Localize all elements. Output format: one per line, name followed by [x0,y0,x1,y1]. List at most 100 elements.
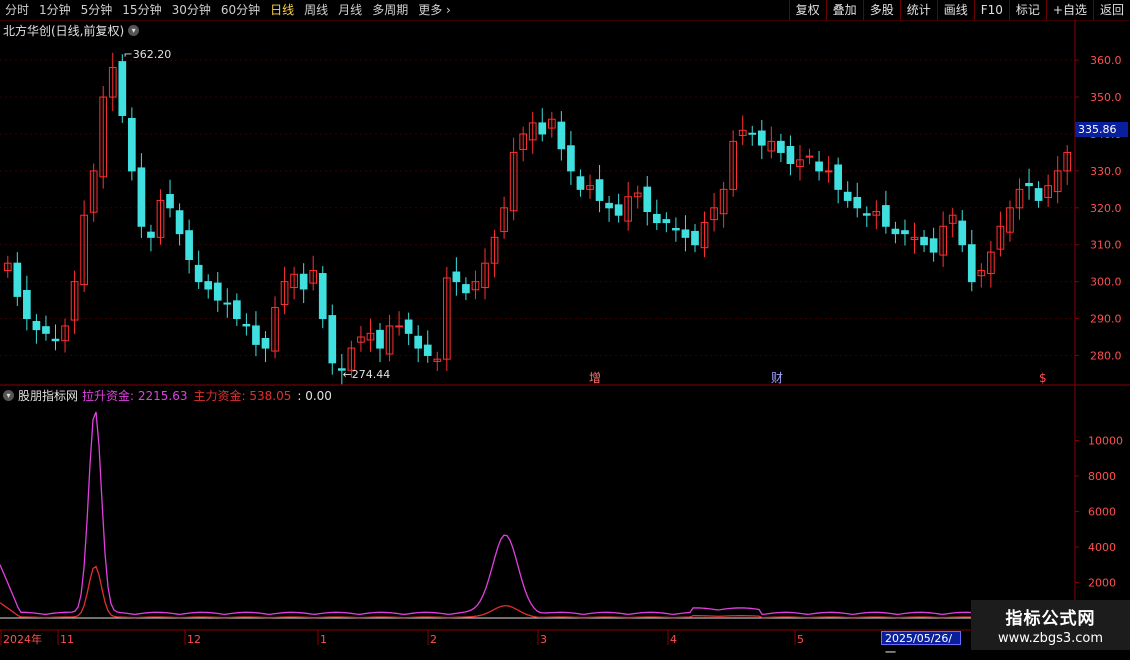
candle-body [376,329,384,349]
candle-body [252,325,260,345]
candle-body [929,238,938,253]
candle-body [395,325,403,328]
candle-body [194,264,203,283]
stock-title[interactable]: 北方华创(日线,前复权) [3,22,124,39]
candle-body [318,273,327,320]
price-tick-label: 280.0 [1090,349,1122,362]
cursor-date-label: 2025/05/26/一 [881,631,961,659]
candle-body [786,146,795,165]
candle-body [595,179,604,201]
price-tick-label: 310.0 [1090,239,1122,252]
candle-body [452,271,461,283]
candle-body [42,326,50,334]
candle-body [882,205,890,227]
candle-body [414,335,423,349]
candle-body [233,300,241,320]
candle-body [614,204,623,216]
candle-body [213,282,222,301]
indicator-value-2: : 0.00 [297,388,332,403]
indicator-values: 拉升资金: 2215.63 主力资金: 538.05 : 0.00 [82,387,338,404]
candle-body [920,236,928,246]
time-label: 5 [797,633,804,646]
candle-body [404,319,413,334]
watermark-title: 指标公式网 [1005,609,1096,629]
main-pane-title: 北方华创(日线,前复权) ▾ [3,22,140,39]
time-label: 11 [60,633,74,646]
time-label: 4 [670,633,677,646]
candle-body [13,262,22,297]
candle-body [538,122,547,135]
candle-body [23,289,31,320]
candle-body [605,202,613,209]
indicator-value-0: 拉升资金: 2215.63 [82,388,188,403]
chevron-down-icon[interactable]: ▾ [128,24,140,36]
candle-body [328,315,337,364]
chevron-down-icon[interactable]: ▾ [3,389,14,401]
candle-body [681,229,690,238]
candle-body [1025,182,1033,187]
candle-body [1034,188,1043,201]
candle-body [757,130,766,146]
indicator-tick-label: 8000 [1088,470,1116,483]
candle-body [834,164,842,190]
candle-body [843,191,852,201]
time-label: 3 [540,633,547,646]
price-tick-label: 350.0 [1090,91,1122,104]
candle-body [557,121,566,150]
candle-body [567,145,575,172]
candle-body [652,213,661,224]
candle-body [958,220,967,246]
candle-body [185,230,193,260]
candle-body [853,196,862,209]
event-marker: 增 [589,371,601,385]
candle-body [128,117,136,172]
time-label: 2024年 [3,632,42,646]
candle-body [815,161,823,172]
candle-body [261,337,270,349]
candle-body [51,338,60,342]
series-lasheng-line [0,411,1000,616]
candle-body [147,231,155,238]
candle-body [691,230,699,246]
candle-body [166,194,174,209]
event-marker: $ [1039,371,1047,385]
candle-body [423,344,432,356]
price-tick-label: 330.0 [1090,165,1122,178]
candle-body [805,155,814,158]
watermark: 指标公式网 www.zbgs3.com [971,600,1130,650]
candle-body [891,228,900,235]
indicator-tick-label: 4000 [1088,541,1116,554]
candle-body [242,323,251,327]
candle-body [137,167,146,227]
candle-body [777,140,785,153]
high-price-label: ⌐362.20 [124,48,172,61]
current-price-label: 335.86 [1075,122,1128,137]
candle-body [175,210,184,235]
candle-body [643,186,652,212]
indicator-name[interactable]: 股朋指标网 [18,387,78,404]
chart-canvas[interactable]: 360.0350.0340.0330.0320.0310.0300.0290.0… [0,0,1130,650]
candle-body [824,170,833,173]
candle-body [672,227,680,231]
price-tick-label: 300.0 [1090,276,1122,289]
candle-body [299,273,308,290]
indicator-tick-label: 6000 [1088,506,1116,519]
indicator-tick-label: 10000 [1088,435,1123,448]
low-price-label: ←274.44 [343,368,391,381]
candle-body [118,61,127,117]
time-label: 12 [187,633,201,646]
watermark-url: www.zbgs3.com [997,631,1104,646]
event-marker: 财 [771,371,783,385]
indicator-value-1: 主力资金: 538.05 [193,388,292,403]
price-tick-label: 320.0 [1090,202,1122,215]
candle-body [901,230,909,235]
candle-body [662,219,671,224]
candle-body [32,321,41,331]
candle-body [862,213,871,216]
indicator-tick-label: 2000 [1088,577,1116,590]
price-tick-label: 360.0 [1090,54,1122,67]
candle-body [204,281,213,290]
time-label: 1 [320,633,327,646]
time-label: 2 [430,633,437,646]
candle-body [576,176,585,190]
